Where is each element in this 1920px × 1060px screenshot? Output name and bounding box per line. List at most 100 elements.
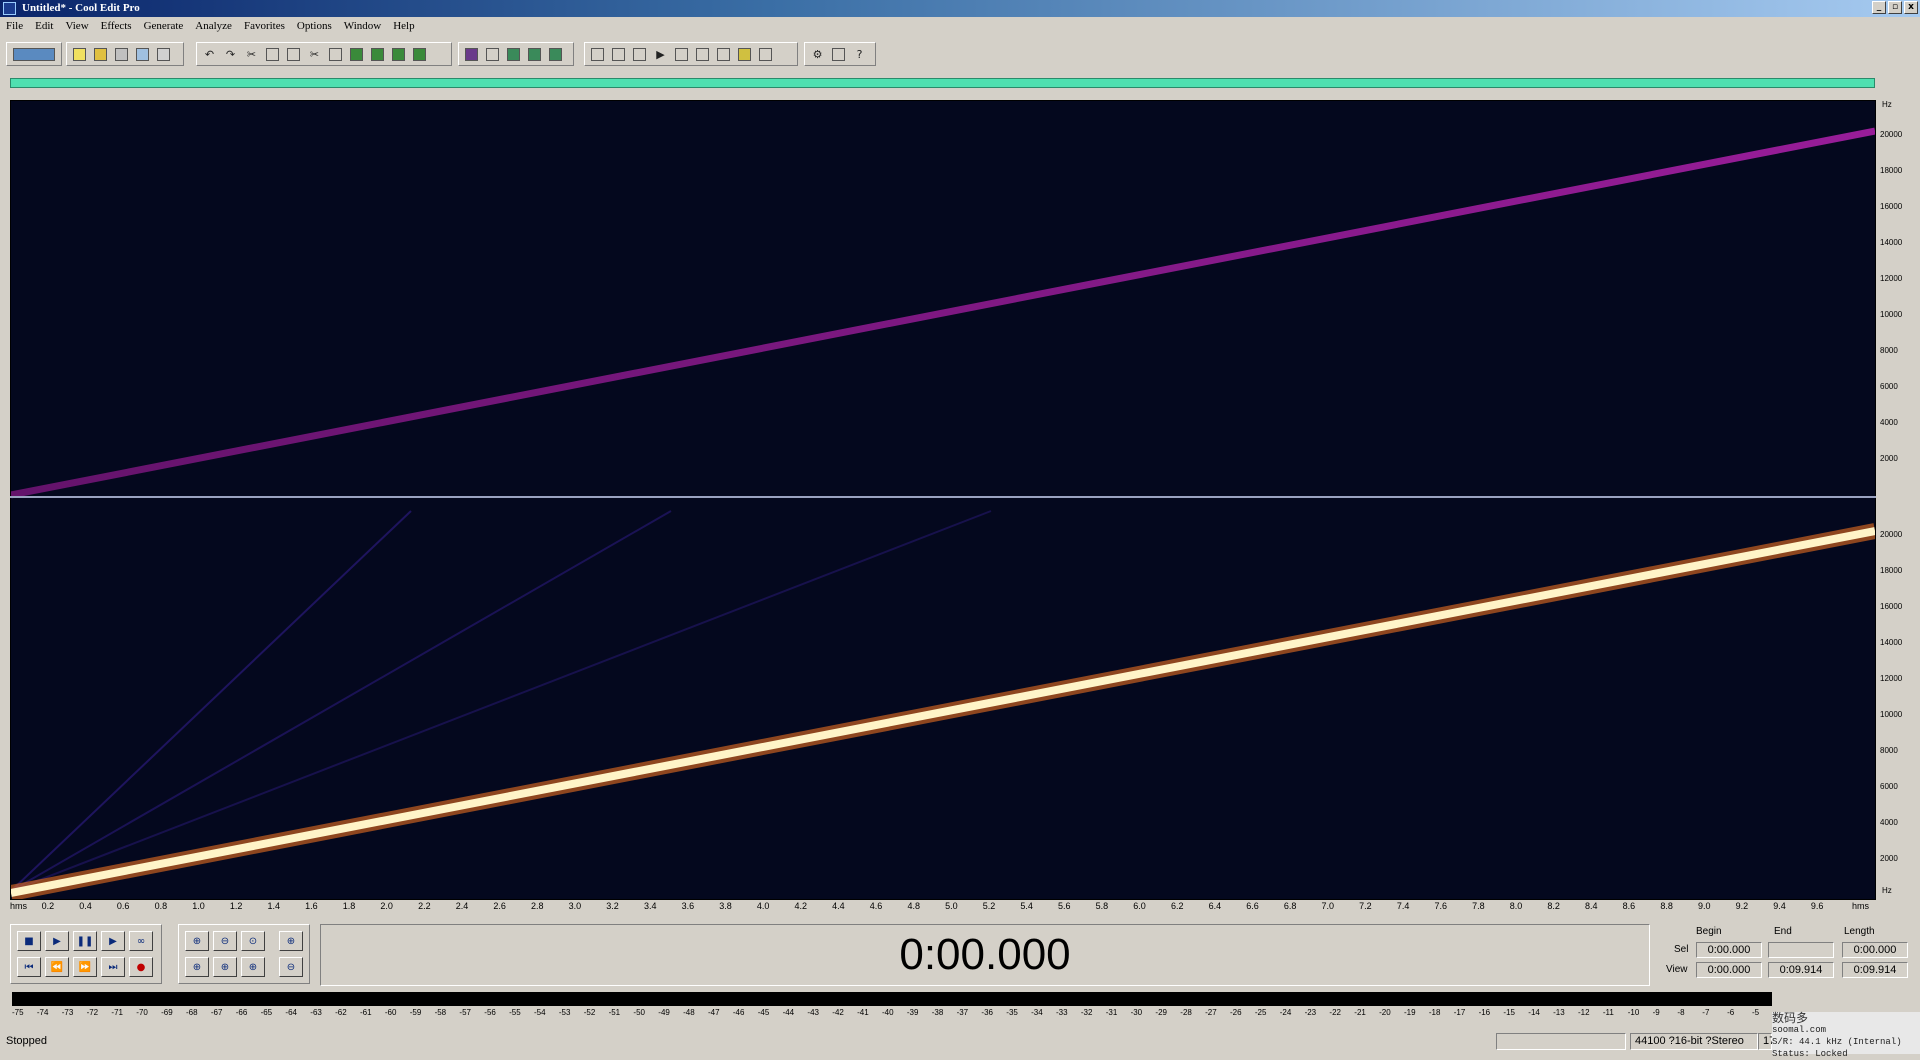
copy-icon[interactable] (263, 44, 282, 64)
settings-icon[interactable]: ⚙ (808, 44, 827, 64)
zoom-vertical-out-icon[interactable]: ⊖ (279, 957, 303, 977)
zoom-full-icon[interactable]: ⊙ (241, 931, 265, 951)
sel-end-field[interactable] (1768, 942, 1834, 958)
play-button[interactable]: ▶ (45, 931, 69, 951)
edit-script-icon[interactable] (829, 44, 848, 64)
status-bar: Stopped 44100 ?16-bit ?Stereo 17 (0, 1030, 1920, 1054)
loop-button[interactable]: ∞ (129, 931, 153, 951)
multitrack-toggle-button[interactable] (10, 44, 58, 64)
waveform-view-icon[interactable] (462, 44, 481, 64)
trim-icon[interactable] (389, 44, 408, 64)
record-button[interactable]: ● (129, 957, 153, 977)
meter-tick: -22 (1329, 1008, 1341, 1017)
restore-button[interactable]: ▫ (1888, 1, 1902, 14)
meter-tick: -46 (732, 1008, 745, 1017)
menu-help[interactable]: Help (387, 17, 420, 36)
fast-forward-button[interactable]: ⏩ (73, 957, 97, 977)
grid2-icon[interactable] (525, 44, 544, 64)
meter-tick: -42 (832, 1008, 844, 1017)
time-tick: 0.8 (154, 901, 168, 911)
time-window-icon[interactable] (693, 44, 712, 64)
play-list-icon[interactable] (609, 44, 628, 64)
meter-tick: -71 (111, 1008, 123, 1017)
new-file-icon[interactable] (70, 44, 89, 64)
cut-icon[interactable]: ✂ (305, 44, 324, 64)
close-file-icon[interactable] (154, 44, 173, 64)
minimize-button[interactable]: _ (1872, 1, 1886, 14)
time-tick: 1.4 (267, 901, 281, 911)
overview-range-bar[interactable] (0, 74, 1920, 96)
go-to-end-button[interactable]: ⏭ (101, 957, 125, 977)
zoom-selection-icon[interactable]: ⊕ (241, 957, 265, 977)
time-tick: 9.4 (1773, 901, 1786, 911)
meter-tick: -61 (360, 1008, 372, 1017)
overlay-status: Status: Locked (1772, 1049, 1848, 1059)
menu-options[interactable]: Options (291, 17, 338, 36)
freq-tick: 16000 (1880, 602, 1903, 611)
view-end-field[interactable]: 0:09.914 (1768, 962, 1834, 978)
save-as-icon[interactable] (133, 44, 152, 64)
freq-tick: 2000 (1880, 854, 1898, 863)
meter-tick: -63 (310, 1008, 322, 1017)
paste-new-icon[interactable] (368, 44, 387, 64)
rewind-button[interactable]: ⏪ (45, 957, 69, 977)
help-icon[interactable]: ? (850, 44, 869, 64)
menu-file[interactable]: File (0, 17, 29, 36)
meter-tick: -68 (186, 1008, 198, 1017)
zoom-in-icon[interactable]: ⊕ (185, 931, 209, 951)
level-meter-icon[interactable] (735, 44, 754, 64)
undo-icon[interactable]: ↶ (200, 44, 219, 64)
grid-icon[interactable] (504, 44, 523, 64)
menu-generate[interactable]: Generate (138, 17, 190, 36)
meter-tick: -13 (1553, 1008, 1565, 1017)
transport-window-icon[interactable]: ▶ (651, 44, 670, 64)
zoom-out-icon[interactable]: ⊖ (213, 931, 237, 951)
frequency-axis: Hz 20000 18000 16000 14000 12000 10000 8… (1876, 100, 1920, 900)
grid3-icon[interactable] (546, 44, 565, 64)
freq-tick: 20000 (1880, 130, 1903, 139)
meter-tick: -64 (285, 1008, 297, 1017)
silence-icon[interactable] (410, 44, 429, 64)
cue-list-icon[interactable] (588, 44, 607, 64)
paste-icon[interactable] (326, 44, 345, 64)
zoom-right-icon[interactable]: ⊕ (213, 957, 237, 977)
close-button[interactable]: x (1904, 1, 1918, 14)
zoom-left-icon[interactable]: ⊕ (185, 957, 209, 977)
menu-edit[interactable]: Edit (29, 17, 59, 36)
redo-icon[interactable]: ↷ (221, 44, 240, 64)
time-tick: 0.4 (79, 901, 92, 911)
format-field: 44100 ?16-bit ?Stereo (1630, 1033, 1758, 1050)
sel-length-field[interactable]: 0:00.000 (1842, 942, 1908, 958)
time-tick: 9.2 (1735, 901, 1749, 911)
go-to-start-button[interactable]: ⏮ (17, 957, 41, 977)
view-length-field[interactable]: 0:09.914 (1842, 962, 1908, 978)
spectral-view[interactable] (10, 100, 1876, 900)
meter-tick: -24 (1279, 1008, 1292, 1017)
copy-new-icon[interactable] (284, 44, 303, 64)
view-begin-field[interactable]: 0:00.000 (1696, 962, 1762, 978)
time-ruler[interactable]: hms hms 0.2 0.4 0.6 0.8 1.0 1.2 1.4 1.6 1.8 2.0 2.… (0, 900, 1920, 916)
time-tick: 5.2 (982, 901, 996, 911)
zoom-vertical-in-icon[interactable]: ⊕ (279, 931, 303, 951)
menu-effects[interactable]: Effects (95, 17, 138, 36)
menu-analyze[interactable]: Analyze (189, 17, 238, 36)
time-tick: 8.6 (1622, 901, 1636, 911)
menu-favorites[interactable]: Favorites (238, 17, 291, 36)
selection-window-icon[interactable] (714, 44, 733, 64)
menu-window[interactable]: Window (338, 17, 387, 36)
spectral-view-icon[interactable] (483, 44, 502, 64)
mix-paste-icon[interactable] (347, 44, 366, 64)
menu-view[interactable]: View (59, 17, 94, 36)
overview-visible-range[interactable] (10, 78, 1875, 88)
info-icon[interactable] (630, 44, 649, 64)
save-icon[interactable] (112, 44, 131, 64)
cut-marker-icon[interactable]: ✂ (242, 44, 261, 64)
stop-button[interactable]: ■ (17, 931, 41, 951)
open-file-icon[interactable] (91, 44, 110, 64)
meter-tick: -51 (608, 1008, 621, 1017)
play-to-end-button[interactable]: ▶ (101, 931, 125, 951)
pause-button[interactable]: ❚❚ (73, 931, 97, 951)
status-bar-icon[interactable] (756, 44, 775, 64)
zoom-window-icon[interactable] (672, 44, 691, 64)
sel-begin-field[interactable]: 0:00.000 (1696, 942, 1762, 958)
